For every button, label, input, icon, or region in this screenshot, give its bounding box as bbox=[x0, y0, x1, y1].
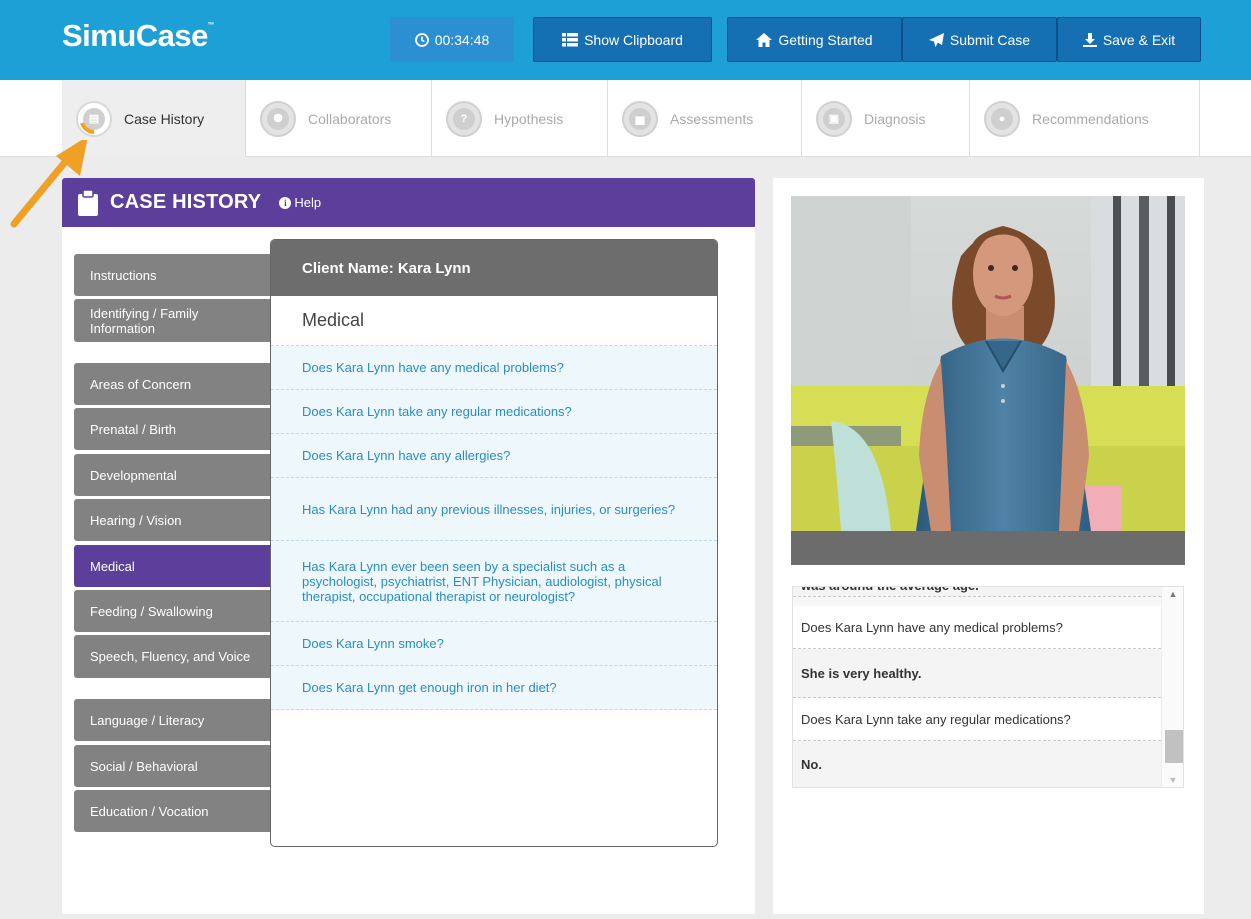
client-avatar-video bbox=[791, 196, 1185, 565]
clipboard-icon bbox=[78, 189, 98, 216]
tab-feeding-swallowing[interactable]: Feeding / Swallowing bbox=[74, 590, 274, 632]
tab-social-behavioral[interactable]: Social / Behavioral bbox=[74, 745, 274, 787]
getting-started-button[interactable]: Getting Started bbox=[727, 17, 902, 62]
conversation-question: Does Kara Lynn have any medical problems… bbox=[793, 606, 1161, 649]
step-collaborators[interactable]: ⚉ Collaborators bbox=[246, 80, 432, 157]
tab-speech-fluency-voice[interactable]: Speech, Fluency, and Voice bbox=[74, 635, 274, 678]
tab-identifying-family[interactable]: Identifying / Family Information bbox=[74, 299, 274, 342]
send-icon bbox=[928, 32, 944, 47]
scroll-down-icon[interactable]: ▼ bbox=[1162, 775, 1183, 785]
home-icon bbox=[756, 32, 773, 47]
page-title: CASE HISTORY bbox=[110, 191, 262, 213]
question-item[interactable]: Does Kara Lynn get enough iron in her di… bbox=[271, 666, 717, 710]
conversation-scrollbar[interactable]: ▲ ▼ bbox=[1161, 587, 1183, 787]
step-assessments[interactable]: ▅ Assessments bbox=[608, 80, 802, 157]
help-link[interactable]: i Help bbox=[279, 195, 321, 210]
chat-icon: ● bbox=[984, 100, 1020, 137]
conversation-answer: She is very healthy. bbox=[793, 649, 1161, 698]
conversation-answer: No. bbox=[793, 741, 1161, 787]
chart-icon: ▅ bbox=[622, 100, 658, 137]
tab-instructions[interactable]: Instructions bbox=[74, 254, 274, 296]
question-panel: Client Name: Kara Lynn Medical Does Kara… bbox=[270, 239, 718, 847]
question-item[interactable]: Does Kara Lynn have any allergies? bbox=[271, 434, 717, 478]
question-item[interactable]: Does Kara Lynn smoke? bbox=[271, 622, 717, 666]
step-hypothesis[interactable]: ? Hypothesis bbox=[432, 80, 608, 157]
list-icon bbox=[562, 32, 579, 46]
tab-hearing-vision[interactable]: Hearing / Vision bbox=[74, 499, 274, 541]
download-icon bbox=[1082, 32, 1097, 47]
question-item[interactable]: Has Kara Lynn ever been seen by a specia… bbox=[271, 541, 717, 622]
tab-developmental[interactable]: Developmental bbox=[74, 454, 274, 496]
timer: 00:34:48 bbox=[390, 17, 514, 62]
briefcase-icon: ▣ bbox=[816, 100, 852, 137]
case-history-header: CASE HISTORY i Help bbox=[62, 178, 755, 227]
step-navigation: ▤ Case History ⚉ Collaborators ? Hypothe… bbox=[0, 80, 1251, 157]
tab-education-vocation[interactable]: Education / Vocation bbox=[74, 790, 274, 832]
timer-text: 00:34:48 bbox=[434, 31, 490, 48]
tab-areas-of-concern[interactable]: Areas of Concern bbox=[74, 363, 274, 405]
clock-icon bbox=[414, 32, 429, 47]
tab-language-literacy[interactable]: Language / Literacy bbox=[74, 699, 274, 741]
scroll-up-icon[interactable]: ▲ bbox=[1162, 589, 1183, 599]
top-bar: SimuCase ™ 00:34:48 Show Clipboard Gettin… bbox=[0, 0, 1251, 80]
question-icon: ? bbox=[446, 100, 482, 137]
question-item[interactable]: Does Kara Lynn have any medical problems… bbox=[271, 346, 717, 390]
tab-medical[interactable]: Medical bbox=[74, 545, 274, 587]
client-name: Client Name: Kara Lynn bbox=[271, 240, 717, 296]
show-clipboard-button[interactable]: Show Clipboard bbox=[533, 17, 712, 62]
people-icon: ⚉ bbox=[260, 100, 296, 137]
simulation-panel: was around the average age. Does Kara Ly… bbox=[773, 178, 1204, 914]
step-diagnosis[interactable]: ▣ Diagnosis bbox=[802, 80, 970, 157]
section-title: Medical bbox=[271, 296, 717, 346]
tab-prenatal-birth[interactable]: Prenatal / Birth bbox=[74, 408, 274, 450]
question-item[interactable]: Does Kara Lynn take any regular medicati… bbox=[271, 390, 717, 434]
save-exit-button[interactable]: Save & Exit bbox=[1057, 17, 1201, 62]
clipboard-icon: ▤ bbox=[76, 100, 112, 137]
answer-text: was around the average age. bbox=[793, 587, 1161, 597]
step-recommendations[interactable]: ● Recommendations bbox=[970, 80, 1200, 157]
info-icon: i bbox=[279, 196, 292, 209]
conversation-question: Does Kara Lynn take any regular medicati… bbox=[793, 698, 1161, 741]
case-history-panel: CASE HISTORY i Help Instructions Identif… bbox=[62, 178, 755, 914]
simucase-logo: SimuCase ™ bbox=[62, 18, 214, 53]
question-item[interactable]: Has Kara Lynn had any previous illnesses… bbox=[271, 478, 717, 541]
submit-case-button[interactable]: Submit Case bbox=[902, 17, 1057, 62]
scroll-thumb[interactable] bbox=[1165, 730, 1183, 763]
conversation-log[interactable]: was around the average age. Does Kara Ly… bbox=[792, 586, 1184, 788]
